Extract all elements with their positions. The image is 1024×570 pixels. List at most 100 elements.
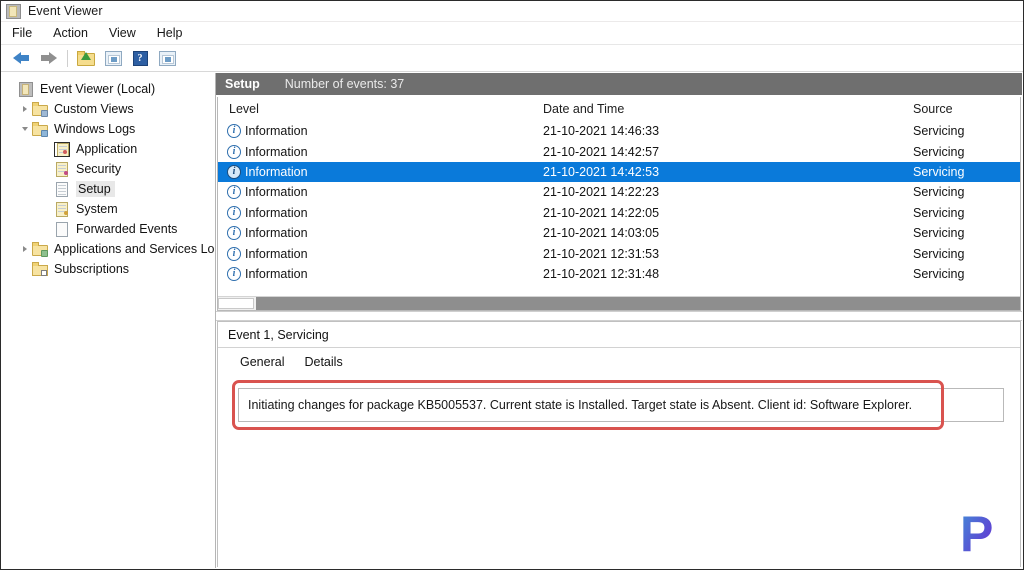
cell-source: Servicing [913, 205, 965, 220]
cell-datetime: 21-10-2021 14:42:53 [543, 164, 660, 179]
table-row[interactable]: i Information 21-10-2021 14:42:57 Servic… [218, 141, 1020, 161]
event-message-text: Initiating changes for package KB5005537… [238, 388, 1004, 422]
table-row[interactable]: i Information 21-10-2021 14:22:05 Servic… [218, 203, 1020, 223]
table-row[interactable]: i Information 21-10-2021 14:46:33 Servic… [218, 121, 1020, 141]
event-rows: i Information 21-10-2021 14:46:33 Servic… [218, 121, 1020, 296]
tree-item-event-viewer-local[interactable]: Event Viewer (Local) [2, 79, 215, 99]
tree-item-label: Applications and Services Log [54, 242, 215, 256]
cell-datetime: 21-10-2021 14:46:33 [543, 124, 660, 139]
chevron-down-icon[interactable] [18, 127, 32, 131]
subscriptions-icon [32, 261, 48, 277]
console-root-icon [18, 81, 34, 97]
menu-bar: File Action View Help [1, 22, 1023, 45]
log-header-bar: Setup Number of events: 37 [216, 73, 1022, 95]
tree-item-label: Event Viewer (Local) [40, 82, 156, 96]
event-message-blank-area [232, 438, 1010, 567]
tree-item-forwarded-events[interactable]: Forwarded Events [2, 219, 215, 239]
menu-view[interactable]: View [109, 26, 146, 40]
tab-details[interactable]: Details [304, 355, 342, 369]
cell-source: Servicing [913, 246, 965, 261]
information-icon: i [227, 266, 241, 281]
table-row[interactable]: i Information 21-10-2021 12:31:48 Servic… [218, 264, 1020, 284]
scrollbar-track[interactable] [256, 297, 1020, 310]
column-header-date-and-time[interactable]: Date and Time [543, 102, 913, 116]
menu-help[interactable]: Help [157, 26, 193, 40]
tree-item-application[interactable]: Application [2, 139, 215, 159]
main-split: Event Viewer (Local) Custom Views Window… [2, 73, 1022, 568]
event-count-label: Number of events: 37 [284, 77, 405, 91]
cell-level: Information [245, 266, 308, 281]
back-button[interactable] [9, 47, 33, 69]
cell-source: Servicing [913, 124, 965, 139]
cell-level: Information [245, 185, 308, 200]
tree-item-label: Subscriptions [54, 262, 130, 276]
forward-button[interactable] [36, 47, 60, 69]
tree-item-windows-logs[interactable]: Windows Logs [2, 119, 215, 139]
information-icon: i [227, 185, 241, 200]
column-header-level[interactable]: Level [218, 102, 543, 116]
chevron-right-icon[interactable] [18, 106, 32, 112]
event-list[interactable]: Level Date and Time Source i Information… [217, 97, 1021, 311]
chevron-right-icon[interactable] [18, 246, 32, 252]
log-setup-icon [54, 181, 70, 197]
tree-item-system[interactable]: System [2, 199, 215, 219]
tree-item-security[interactable]: Security [2, 159, 215, 179]
show-hide-console-tree-button[interactable] [101, 47, 125, 69]
console-tree-pane[interactable]: Event Viewer (Local) Custom Views Window… [2, 73, 216, 568]
cell-source: Servicing [913, 185, 965, 200]
scrollbar-thumb[interactable] [218, 298, 254, 309]
information-icon: i [227, 144, 241, 159]
folder-blue-icon [32, 121, 48, 137]
cell-level: Information [245, 226, 308, 241]
event-list-group: Setup Number of events: 37 Level Date an… [216, 73, 1022, 311]
cell-level: Information [245, 144, 308, 159]
help-button[interactable]: ? [128, 47, 152, 69]
pane-splitter[interactable] [216, 311, 1022, 321]
event-viewer-icon [6, 3, 21, 19]
show-hide-action-pane-button[interactable] [155, 47, 179, 69]
log-security-icon [54, 161, 70, 177]
folder-green-icon [32, 241, 48, 257]
table-row[interactable]: i Information 21-10-2021 12:31:53 Servic… [218, 243, 1020, 263]
arrow-left-icon [12, 51, 30, 65]
horizontal-scrollbar[interactable] [218, 296, 1020, 310]
question-mark-icon: ? [132, 50, 148, 66]
tree-item-applications-and-services-logs[interactable]: Applications and Services Log [2, 239, 215, 259]
title-bar: Event Viewer [1, 1, 1023, 22]
table-row[interactable]: i Information 21-10-2021 14:22:23 Servic… [218, 182, 1020, 202]
log-application-icon [54, 141, 70, 157]
cell-datetime: 21-10-2021 14:03:05 [543, 226, 660, 241]
cell-level: Information [245, 246, 308, 261]
tree-item-setup[interactable]: Setup [2, 179, 215, 199]
cell-source: Servicing [913, 164, 965, 179]
menu-file[interactable]: File [12, 26, 42, 40]
cell-source: Servicing [913, 144, 965, 159]
event-viewer-window: Event Viewer File Action View Help ? Eve… [0, 0, 1024, 570]
cell-level: Information [245, 124, 308, 139]
event-detail-pane: Event 1, Servicing General Details Initi… [217, 321, 1021, 567]
cell-datetime: 21-10-2021 12:31:48 [543, 266, 660, 281]
information-icon: i [227, 164, 241, 179]
content-pane: Setup Number of events: 37 Level Date an… [216, 73, 1022, 568]
tree-item-label: Custom Views [54, 102, 134, 116]
tab-general[interactable]: General [240, 355, 284, 369]
detail-tabs: General Details [218, 348, 1020, 376]
menu-action[interactable]: Action [53, 26, 98, 40]
table-row-selected[interactable]: i Information 21-10-2021 14:42:53 Servic… [218, 161, 1020, 183]
tree-item-custom-views[interactable]: Custom Views [2, 99, 215, 119]
cell-datetime: 21-10-2021 14:22:05 [543, 205, 660, 220]
tree-item-label: System [76, 202, 118, 216]
tree-item-label: Application [76, 142, 138, 156]
tree-item-label: Forwarded Events [76, 222, 178, 236]
information-icon: i [227, 205, 241, 220]
column-header-source[interactable]: Source [913, 102, 1020, 116]
cell-source: Servicing [913, 266, 965, 281]
tree-item-subscriptions[interactable]: Subscriptions [2, 259, 215, 279]
table-row[interactable]: i Information 21-10-2021 14:03:05 Servic… [218, 223, 1020, 243]
cell-source: Servicing [913, 226, 965, 241]
grid-icon [104, 50, 122, 66]
grid-icon [158, 50, 176, 66]
tree-item-label: Windows Logs [54, 122, 136, 136]
up-one-level-button[interactable] [74, 47, 98, 69]
event-message-area: Initiating changes for package KB5005537… [232, 380, 1010, 567]
